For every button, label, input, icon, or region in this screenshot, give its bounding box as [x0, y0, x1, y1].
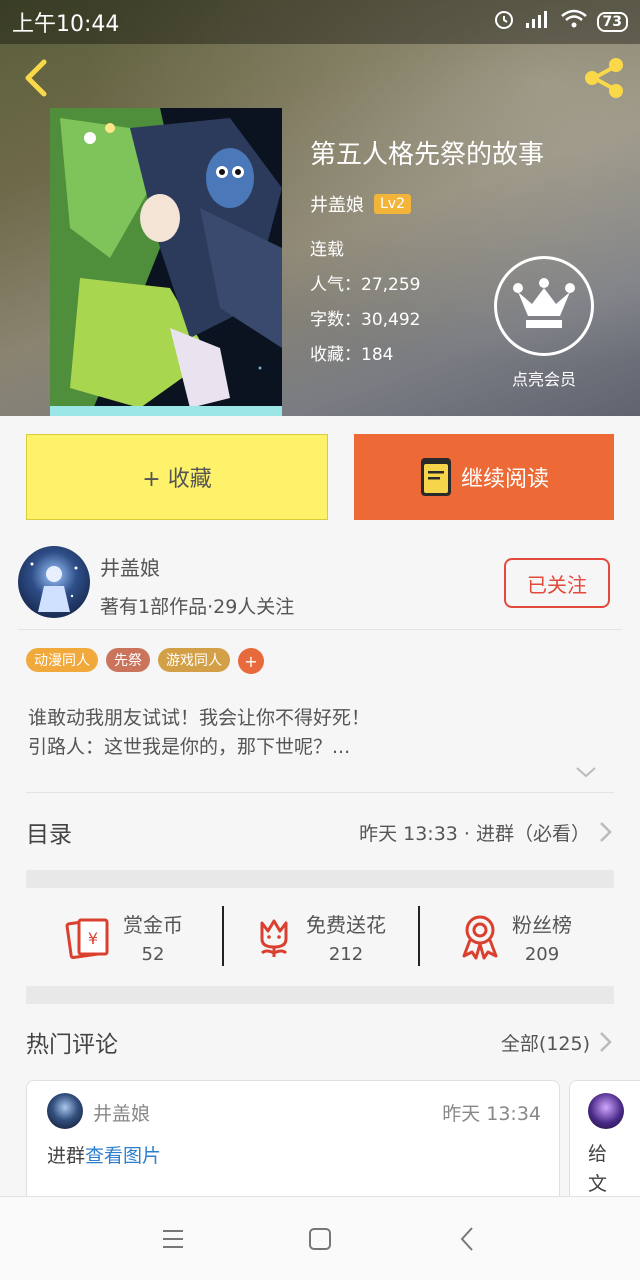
wifi-icon — [560, 9, 587, 35]
reward-coins-stat[interactable]: ¥ 赏金币 52 — [26, 896, 222, 978]
system-nav-bar — [0, 1196, 640, 1280]
book-title: 第五人格先祭的故事 — [310, 140, 545, 170]
book-cover-image[interactable] — [50, 108, 282, 416]
medal-icon — [462, 915, 498, 960]
author-avatar[interactable] — [18, 546, 90, 618]
share-button[interactable] — [582, 56, 626, 100]
flower-icon — [260, 919, 288, 957]
book-icon — [420, 458, 451, 496]
stats-row: ¥ 赏金币 52 免费送花 212 粉丝榜 209 — [26, 896, 614, 978]
status-bar: 上午10:44 73 — [0, 0, 640, 44]
author-level-badge: Lv2 — [374, 194, 411, 214]
home-icon — [308, 1227, 331, 1250]
description-line: 谁敢动我朋友试试！我会让你不得好死！ — [28, 707, 371, 729]
stat-label: 赏金币 — [123, 913, 183, 937]
chevron-right-icon — [600, 822, 612, 842]
share-icon — [585, 58, 623, 98]
follow-button[interactable]: 已关注 — [504, 558, 610, 608]
book-detail-page: 上午10:44 73 第五人格先祭的故事 井盖娘 Lv2 连载 人气：27,25… — [0, 0, 640, 1280]
hot-comments-label: 热门评论 — [26, 1032, 118, 1058]
back-button[interactable] — [18, 58, 54, 98]
svg-text:¥: ¥ — [88, 929, 98, 948]
view-image-link[interactable]: 查看图片 — [85, 1145, 161, 1167]
chevron-right-icon — [600, 1032, 612, 1052]
hero-header: 上午10:44 73 第五人格先祭的故事 井盖娘 Lv2 连载 人气：27,25… — [0, 0, 640, 416]
expand-description-icon[interactable] — [574, 764, 598, 780]
stat-value: 209 — [524, 944, 560, 965]
tag[interactable]: 先祭 — [106, 648, 150, 672]
table-of-contents-row[interactable]: 目录 昨天 13:33 · 进群（必看） — [26, 796, 614, 868]
commenter-avatar[interactable] — [47, 1093, 83, 1129]
author-name[interactable]: 井盖娘 — [100, 552, 160, 581]
section-separator — [26, 870, 614, 888]
stat-value: 52 — [141, 944, 165, 965]
vip-label: 点亮会员 — [511, 370, 576, 389]
comment-text: 进群查看图片 — [47, 1141, 161, 1168]
comment-card[interactable]: 给 文 — [569, 1080, 640, 1210]
tag[interactable]: 动漫同人 — [26, 648, 98, 672]
menu-icon — [163, 1229, 184, 1248]
toc-label: 目录 — [26, 822, 72, 848]
stat-label: 粉丝榜 — [512, 913, 572, 937]
menu-button[interactable] — [143, 1209, 203, 1269]
divider — [26, 792, 614, 793]
back-icon — [460, 1226, 473, 1251]
toc-latest-chapter: 昨天 13:33 · 进群（必看） — [359, 822, 590, 845]
book-author[interactable]: 井盖娘 — [310, 191, 364, 217]
system-back-button[interactable] — [437, 1209, 497, 1269]
alarm-icon — [493, 8, 515, 36]
collect-button[interactable]: + 收藏 — [26, 434, 328, 520]
hot-comments-header[interactable]: 热门评论 全部(125) — [26, 1012, 614, 1072]
add-tag-button[interactable]: + — [238, 648, 264, 674]
all-comments-link[interactable]: 全部(125) — [501, 1029, 590, 1056]
comment-snippet: 给 文 — [588, 1143, 608, 1195]
vip-button[interactable]: 点亮会员 — [493, 256, 595, 390]
author-section: 井盖娘 著有1部作品·29人关注 已关注 — [18, 546, 622, 630]
tag[interactable]: 游戏同人 — [158, 648, 230, 672]
red-envelope-icon: ¥ — [65, 918, 109, 960]
section-separator — [26, 986, 614, 1004]
book-description[interactable]: 谁敢动我朋友试试！我会让你不得好死！ 引路人：这世我是你的，那下世呢？... — [28, 704, 608, 762]
fan-ranking-stat[interactable]: 粉丝榜 209 — [418, 896, 614, 978]
stat-value: 212 — [328, 944, 364, 965]
battery-indicator: 73 — [596, 12, 628, 32]
continue-reading-label: 继续阅读 — [460, 467, 549, 492]
continue-reading-button[interactable]: 继续阅读 — [354, 434, 614, 520]
book-status: 连载 — [310, 240, 344, 260]
comment-time: 昨天 13:34 — [442, 1103, 541, 1125]
action-buttons: + 收藏 继续阅读 — [26, 434, 614, 522]
crown-icon — [513, 278, 575, 328]
description-line: 引路人：这世我是你的，那下世呢？... — [28, 736, 351, 758]
author-meta: 著有1部作品·29人关注 — [100, 596, 295, 618]
commenter-name[interactable]: 井盖娘 — [93, 1099, 150, 1126]
free-flowers-stat[interactable]: 免费送花 212 — [222, 896, 418, 978]
home-button[interactable] — [290, 1209, 350, 1269]
commenter-avatar[interactable] — [588, 1093, 624, 1129]
comment-card[interactable]: 井盖娘 昨天 13:34 进群查看图片 — [26, 1080, 560, 1210]
signal-icon — [525, 9, 551, 35]
comment-body: 进群 — [47, 1145, 86, 1167]
status-time: 上午10:44 — [12, 12, 120, 37]
tag-list: 动漫同人 先祭 游戏同人 + — [26, 648, 264, 674]
stat-label: 免费送花 — [306, 913, 386, 937]
